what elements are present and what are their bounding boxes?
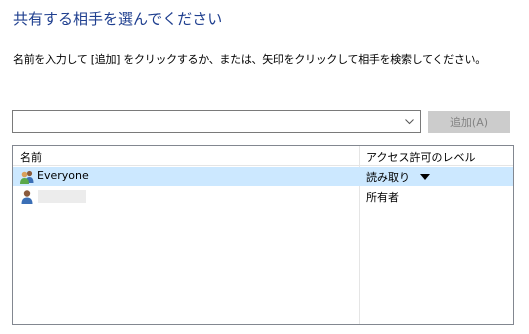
column-header-access[interactable]: アクセス許可のレベル — [366, 149, 475, 165]
list-item[interactable]: 所有者 — [13, 187, 513, 206]
name-combobox[interactable] — [12, 110, 421, 133]
access-level-label: 読み取り — [366, 171, 410, 184]
access-level-selector[interactable]: 読み取り — [366, 169, 430, 185]
list-header: 名前 アクセス許可のレベル — [13, 146, 513, 166]
access-level-label: 所有者 — [366, 191, 399, 204]
column-header-name[interactable]: 名前 — [20, 149, 42, 165]
instruction-text: 名前を入力して [追加] をクリックするか、または、矢印をクリックして相手を検索… — [13, 53, 486, 66]
share-list[interactable]: 名前 アクセス許可のレベル Everyone 読み取り 所有者 — [12, 145, 514, 325]
user-icon — [19, 189, 35, 205]
caret-down-icon[interactable] — [420, 174, 430, 180]
list-item[interactable]: Everyone 読み取り — [13, 167, 513, 186]
add-button[interactable]: 追加(A) — [428, 111, 510, 133]
redacted-name — [38, 190, 86, 203]
list-item-name: Everyone — [37, 169, 89, 182]
combobox-dropdown-button[interactable] — [398, 111, 420, 132]
chevron-down-icon — [404, 118, 414, 124]
dialog-title: 共有する相手を選んでください — [13, 10, 223, 28]
group-users-icon — [19, 169, 35, 185]
name-input[interactable] — [13, 111, 398, 132]
